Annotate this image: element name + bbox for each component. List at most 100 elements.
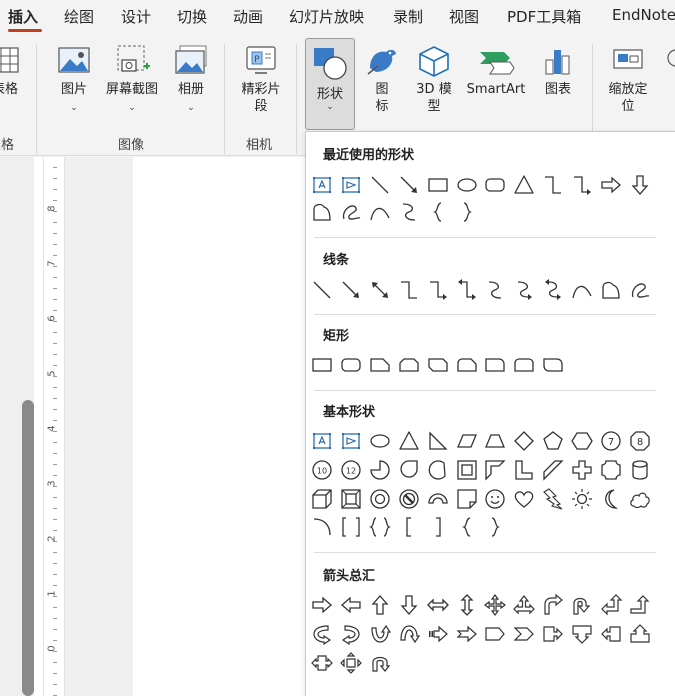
shape-line-icon[interactable] bbox=[310, 278, 334, 302]
shape-uturn-icon[interactable] bbox=[570, 593, 594, 617]
shape-rect-icon[interactable] bbox=[426, 173, 450, 197]
shape-left-callout-icon[interactable] bbox=[599, 622, 623, 646]
3d-model-button[interactable]: 3D 模型 bbox=[410, 44, 458, 115]
shape-block-arc-icon[interactable] bbox=[426, 487, 450, 511]
shape-arrow-line-icon[interactable] bbox=[339, 278, 363, 302]
smartart-button[interactable]: SmartArt bbox=[462, 44, 530, 98]
shape-up-arrow-icon[interactable] bbox=[368, 593, 392, 617]
zoom-button[interactable]: 缩放定位 bbox=[602, 44, 654, 115]
shape-rect-icon[interactable] bbox=[310, 353, 334, 377]
shape-no-symbol-icon[interactable] bbox=[397, 487, 421, 511]
shape-left-brace-icon[interactable] bbox=[426, 200, 450, 224]
photo-album-button[interactable]: 相册 ⌄ bbox=[168, 44, 214, 117]
shape-textbox-icon[interactable] bbox=[310, 173, 334, 197]
table-button[interactable]: 表格 bbox=[0, 44, 22, 98]
shape-dbl-brace-icon[interactable] bbox=[368, 515, 392, 539]
shape-elbow-arrow-icon[interactable] bbox=[426, 278, 450, 302]
tab-insert[interactable]: 插入 bbox=[8, 6, 38, 27]
shape-left-up-icon[interactable] bbox=[599, 593, 623, 617]
shape-can-icon[interactable] bbox=[628, 458, 652, 482]
tab-view[interactable]: 视图 bbox=[449, 6, 479, 27]
shape-hexagon-icon[interactable] bbox=[570, 429, 594, 453]
shape-diamond-icon[interactable] bbox=[512, 429, 536, 453]
shape-folded-corner-icon[interactable] bbox=[455, 487, 479, 511]
shape-cloud-icon[interactable] bbox=[628, 487, 652, 511]
shape-curved-left-icon[interactable] bbox=[339, 622, 363, 646]
tab-record[interactable]: 录制 bbox=[393, 6, 423, 27]
shape-right-brace-icon[interactable] bbox=[455, 200, 479, 224]
shape-dodecagon-icon[interactable]: 12 bbox=[339, 458, 363, 482]
shape-chord-icon[interactable] bbox=[426, 458, 450, 482]
shape-bent-arrow-icon[interactable] bbox=[541, 593, 565, 617]
shape-down-callout-icon[interactable] bbox=[570, 622, 594, 646]
shape-elbow-icon[interactable] bbox=[541, 173, 565, 197]
shape-frame-icon[interactable] bbox=[455, 458, 479, 482]
tab-draw[interactable]: 绘图 bbox=[64, 6, 94, 27]
shape-snip1-icon[interactable] bbox=[368, 353, 392, 377]
shape-round-rect-icon[interactable] bbox=[483, 173, 507, 197]
shape-quad-callout-icon[interactable] bbox=[339, 651, 363, 675]
shape-freeform-icon[interactable] bbox=[310, 200, 334, 224]
shape-round2-icon[interactable] bbox=[512, 353, 536, 377]
shape-bent-up-icon[interactable] bbox=[628, 593, 652, 617]
shape-quad-arrow-icon[interactable] bbox=[483, 593, 507, 617]
shape-right-arrow-icon[interactable] bbox=[599, 173, 623, 197]
shape-down-arrow-icon[interactable] bbox=[397, 593, 421, 617]
slide-page[interactable] bbox=[133, 157, 305, 696]
shape-elbow-icon[interactable] bbox=[397, 278, 421, 302]
shape-circular-arrow-icon[interactable] bbox=[368, 651, 392, 675]
shape-snip-round-icon[interactable] bbox=[455, 353, 479, 377]
shape-diag-stripe-icon[interactable] bbox=[541, 458, 565, 482]
vertical-scrollbar[interactable] bbox=[22, 400, 34, 696]
shape-bevel-icon[interactable] bbox=[339, 487, 363, 511]
picture-button[interactable]: 图片 ⌄ bbox=[52, 44, 96, 117]
shape-moon-icon[interactable] bbox=[599, 487, 623, 511]
shape-textbox-v-icon[interactable] bbox=[339, 173, 363, 197]
shape-octagon-icon[interactable]: 8 bbox=[628, 429, 652, 453]
shape-freeform-icon[interactable] bbox=[599, 278, 623, 302]
shape-tri-arrow-icon[interactable] bbox=[512, 593, 536, 617]
shape-dbl-arrow-icon[interactable] bbox=[368, 278, 392, 302]
shape-pentagon-reg-icon[interactable] bbox=[541, 429, 565, 453]
shape-left-brace-icon[interactable] bbox=[455, 515, 479, 539]
shape-plaque-icon[interactable] bbox=[599, 458, 623, 482]
shape-triangle-icon[interactable] bbox=[397, 429, 421, 453]
shape-decagon-icon[interactable]: 10 bbox=[310, 458, 334, 482]
shape-striped-right-icon[interactable] bbox=[426, 622, 450, 646]
shape-arc-only-icon[interactable] bbox=[310, 515, 334, 539]
shape-right-arrow-icon[interactable] bbox=[310, 593, 334, 617]
shape-up-callout-icon[interactable] bbox=[628, 622, 652, 646]
shape-smiley-icon[interactable] bbox=[483, 487, 507, 511]
chart-button[interactable]: 图表 bbox=[536, 44, 580, 98]
shape-round1-icon[interactable] bbox=[483, 353, 507, 377]
shape-elbow-arrow-icon[interactable] bbox=[570, 173, 594, 197]
shape-right-callout-icon[interactable] bbox=[541, 622, 565, 646]
shapes-button[interactable]: 形状 ⌄ bbox=[305, 38, 355, 130]
icons-button[interactable]: 图标 bbox=[360, 44, 404, 115]
shape-chevron-icon[interactable] bbox=[512, 622, 536, 646]
shape-teardrop-icon[interactable] bbox=[397, 458, 421, 482]
shape-textbox-v-icon[interactable] bbox=[339, 429, 363, 453]
shape-half-frame-icon[interactable] bbox=[483, 458, 507, 482]
more-button-cut[interactable] bbox=[662, 44, 675, 81]
shape-parallelogram-icon[interactable] bbox=[455, 429, 479, 453]
shape-down-arrow-icon[interactable] bbox=[628, 173, 652, 197]
shape-round-rect-icon[interactable] bbox=[339, 353, 363, 377]
shape-curve-arrow-icon[interactable] bbox=[512, 278, 536, 302]
shape-curved-up-icon[interactable] bbox=[368, 622, 392, 646]
shape-lr-arrow-icon[interactable] bbox=[426, 593, 450, 617]
tab-design[interactable]: 设计 bbox=[121, 6, 151, 27]
shape-triangle-icon[interactable] bbox=[512, 173, 536, 197]
tab-animations[interactable]: 动画 bbox=[233, 6, 263, 27]
shape-curved-right-icon[interactable] bbox=[310, 622, 334, 646]
shape-curve-dbl-icon[interactable] bbox=[541, 278, 565, 302]
shape-ellipse-icon[interactable] bbox=[368, 429, 392, 453]
shape-curve-icon[interactable] bbox=[483, 278, 507, 302]
shape-snip-diag-icon[interactable] bbox=[426, 353, 450, 377]
shape-curve-icon[interactable] bbox=[397, 200, 421, 224]
shape-lightning-icon[interactable] bbox=[541, 487, 565, 511]
highlight-clip-button[interactable]: P 精彩片段 bbox=[234, 44, 288, 115]
shape-lr-callout-icon[interactable] bbox=[310, 651, 334, 675]
shape-trapezoid-icon[interactable] bbox=[483, 429, 507, 453]
shape-right-bracket-icon[interactable] bbox=[426, 515, 450, 539]
